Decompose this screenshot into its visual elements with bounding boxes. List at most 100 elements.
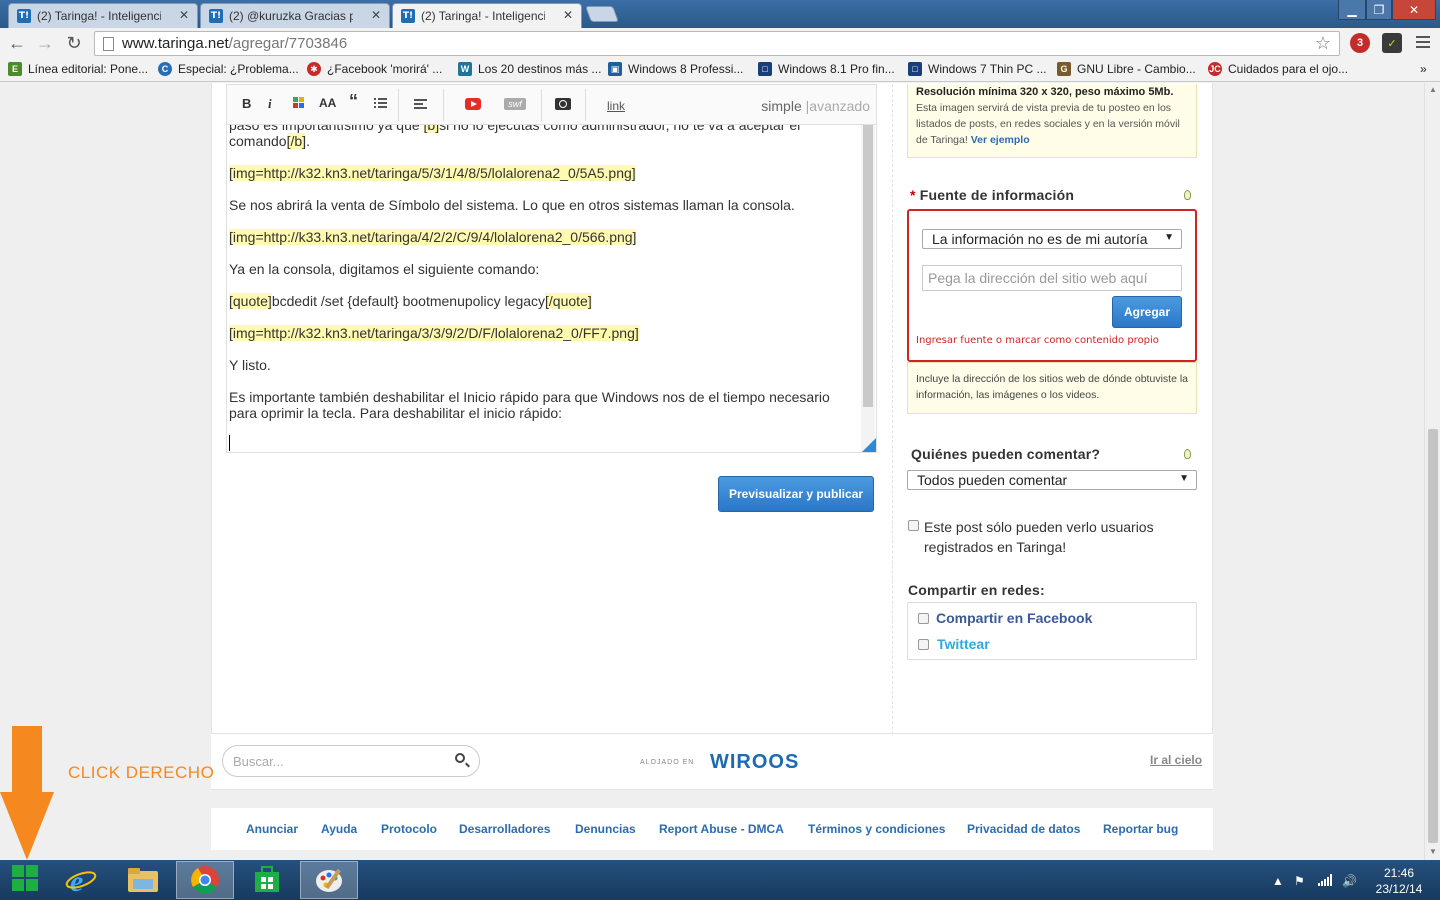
- advanced-mode-link[interactable]: avanzado: [809, 98, 870, 114]
- footer-link-terminos[interactable]: Términos y condiciones: [808, 822, 945, 836]
- page-scrollbar[interactable]: ▲ ▼: [1424, 83, 1440, 860]
- see-example-link[interactable]: Ver ejemplo: [971, 134, 1030, 146]
- search-icon[interactable]: [455, 753, 465, 763]
- bookmark-item[interactable]: □ Windows 7 Thin PC ...: [908, 62, 1047, 76]
- wiroos-logo[interactable]: WIROOS: [710, 751, 799, 774]
- quote-button[interactable]: “: [349, 91, 358, 112]
- forward-button[interactable]: →: [34, 32, 56, 54]
- minimize-button[interactable]: ▁: [1338, 0, 1366, 20]
- footer-link-protocolo[interactable]: Protocolo: [381, 822, 437, 836]
- footer-search-input[interactable]: Buscar...: [222, 745, 480, 777]
- editor-line: [img=http://k32.kn3.net/taringa/3/3/9/2/…: [229, 325, 639, 341]
- source-url-input[interactable]: Pega la dirección del sitio web aquí: [922, 265, 1182, 291]
- font-size-button[interactable]: AA: [319, 96, 336, 110]
- windows-store-icon[interactable]: [238, 861, 296, 899]
- registered-only-checkbox[interactable]: [908, 520, 919, 531]
- maximize-button[interactable]: ❐: [1366, 0, 1392, 20]
- footer-link-report-abuse[interactable]: Report Abuse - DMCA: [659, 822, 784, 836]
- annotation-arrow-head: [0, 792, 54, 860]
- twitter-share-label[interactable]: Twittear: [937, 636, 990, 652]
- simple-mode-link[interactable]: simple: [761, 98, 801, 114]
- tab-2[interactable]: T! (2) @kuruzka Gracias por ✕: [200, 3, 390, 28]
- bookmark-item[interactable]: W Los 20 destinos más ...: [458, 62, 601, 76]
- editor-line: para oprimir la tecla. Para deshabilitar…: [229, 405, 562, 421]
- reload-button[interactable]: ↻: [63, 32, 85, 54]
- scroll-up-icon[interactable]: ▲: [1429, 85, 1437, 94]
- internet-explorer-icon[interactable]: e: [52, 861, 110, 899]
- annotation-text: CLICK DERECHO: [68, 763, 215, 782]
- footer-link-denuncias[interactable]: Denuncias: [575, 822, 636, 836]
- network-signal-icon[interactable]: [1318, 874, 1332, 889]
- editor-text: bcdedit /set {default} bootmenupolicy le…: [271, 293, 546, 309]
- tab-3-active[interactable]: T! (2) Taringa! - Inteligencia ✕: [392, 3, 582, 28]
- camera-icon[interactable]: [555, 98, 571, 110]
- address-bar[interactable]: www.taringa.net/agregar/7703846 ☆: [94, 31, 1340, 56]
- red-site-icon: ✱: [307, 62, 321, 76]
- add-source-button[interactable]: Agregar: [1112, 296, 1182, 328]
- footer-link-anunciar[interactable]: Anunciar: [246, 822, 298, 836]
- footer-link-desarrolladores[interactable]: Desarrolladores: [459, 822, 550, 836]
- new-tab-button[interactable]: [585, 6, 619, 22]
- paint-icon[interactable]: [300, 861, 358, 899]
- scrollbar-thumb[interactable]: [1428, 429, 1438, 843]
- footer-link-reportar-bug[interactable]: Reportar bug: [1103, 822, 1178, 836]
- scroll-down-icon[interactable]: ▼: [1429, 847, 1437, 856]
- show-hidden-icons[interactable]: ▲: [1272, 874, 1284, 888]
- footer-link-privacidad[interactable]: Privacidad de datos: [967, 822, 1080, 836]
- list-icon[interactable]: [374, 97, 387, 112]
- link-button[interactable]: link: [607, 99, 625, 113]
- gnu-icon: G: [1057, 62, 1071, 76]
- help-bulb-icon[interactable]: [1184, 190, 1191, 200]
- windows-start-icon[interactable]: [12, 865, 40, 893]
- bookmark-item[interactable]: G GNU Libre - Cambio...: [1057, 62, 1196, 76]
- back-button[interactable]: ←: [6, 32, 28, 54]
- clock-date: 23/12/14: [1375, 882, 1423, 896]
- tab-title: (2) @kuruzka Gracias por: [229, 9, 353, 23]
- source-type-select[interactable]: La información no es de mi autoría ▼: [922, 229, 1182, 249]
- editor-scrollbar-thumb[interactable]: [863, 125, 873, 407]
- comment-permission-select[interactable]: Todos pueden comentar ▼: [907, 470, 1197, 490]
- taringa-favicon-icon: T!: [209, 9, 223, 23]
- extension-check-icon[interactable]: ✓: [1382, 33, 1402, 53]
- close-window-button[interactable]: ✕: [1392, 0, 1436, 20]
- bookmark-star-icon[interactable]: ☆: [1315, 33, 1331, 54]
- back-to-top-link[interactable]: Ir al cielo: [1150, 753, 1202, 767]
- bookmark-item[interactable]: ✱ ¿Facebook 'morirá' ...: [307, 62, 442, 76]
- image-note-requirements: Resolución mínima 320 x 320, peso máximo…: [916, 86, 1174, 98]
- close-tab-icon[interactable]: ✕: [179, 8, 189, 22]
- clock-time: 21:46: [1383, 866, 1415, 880]
- align-icon[interactable]: [414, 98, 427, 113]
- bookmarks-overflow-button[interactable]: »: [1420, 62, 1427, 76]
- youtube-icon[interactable]: [465, 98, 481, 110]
- facebook-checkbox[interactable]: [918, 613, 929, 624]
- share-section-title: Compartir en redes:: [908, 582, 1045, 598]
- volume-icon[interactable]: 🔊: [1342, 874, 1357, 888]
- editor-text: Es importante también deshabilitar el In…: [229, 389, 830, 405]
- editor-scrollbar[interactable]: [861, 125, 875, 452]
- chrome-menu-icon[interactable]: [1416, 36, 1430, 51]
- close-tab-icon[interactable]: ✕: [563, 8, 573, 22]
- bookmark-item[interactable]: JC Cuidados para el ojo...: [1208, 62, 1348, 76]
- close-tab-icon[interactable]: ✕: [371, 8, 381, 22]
- footer-link-ayuda[interactable]: Ayuda: [321, 822, 357, 836]
- facebook-share-label[interactable]: Compartir en Facebook: [936, 610, 1092, 626]
- bookmark-item[interactable]: □ Windows 8.1 Pro fin...: [758, 62, 895, 76]
- tab-1[interactable]: T! (2) Taringa! - Inteligencia ✕: [8, 3, 198, 28]
- action-center-flag-icon[interactable]: ⚑: [1294, 874, 1305, 888]
- chrome-icon[interactable]: [176, 861, 234, 899]
- bookmark-item[interactable]: E Línea editorial: Pone...: [8, 62, 148, 76]
- twitter-checkbox[interactable]: [918, 639, 929, 650]
- preview-publish-button[interactable]: Previsualizar y publicar: [718, 476, 874, 512]
- post-body-textarea[interactable]: para oprimir la tecla. Para deshabilitar…: [226, 124, 877, 453]
- taskbar-clock[interactable]: 21:46 23/12/14: [1372, 865, 1426, 897]
- swf-button[interactable]: swf: [504, 98, 526, 110]
- help-bulb-icon[interactable]: [1184, 449, 1191, 459]
- bold-button[interactable]: B: [242, 96, 251, 111]
- italic-button[interactable]: i: [268, 96, 272, 112]
- bookmark-item[interactable]: ▣ Windows 8 Professi...: [608, 62, 743, 76]
- bookmark-item[interactable]: C Especial: ¿Problema...: [158, 62, 299, 76]
- file-explorer-icon[interactable]: [114, 861, 172, 899]
- editor-text: Y listo.: [229, 357, 271, 373]
- extension-adblock-icon[interactable]: 3: [1350, 33, 1370, 53]
- color-grid-icon[interactable]: [293, 97, 305, 112]
